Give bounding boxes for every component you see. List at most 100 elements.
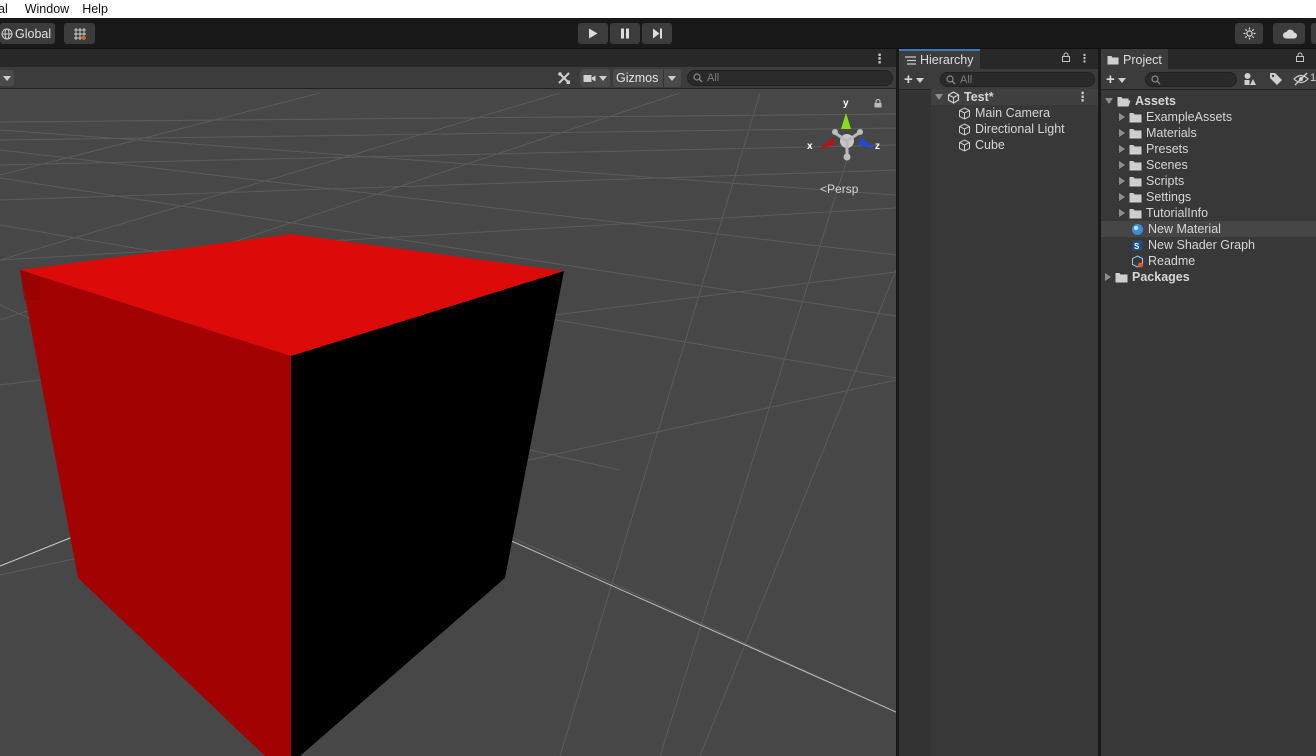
expand-arrow-icon[interactable] <box>1119 161 1125 169</box>
orientation-gizmo[interactable]: y x z <box>805 97 885 167</box>
scene-menu-icon[interactable]: ⋮ <box>873 51 886 67</box>
folder-row[interactable]: Scripts <box>1119 173 1184 189</box>
cube-right-face <box>291 271 564 756</box>
persp-chevron-icon: < <box>820 182 828 196</box>
gizmo-x-axis[interactable] <box>819 137 835 149</box>
scene-tools-button[interactable] <box>552 69 576 87</box>
folder-row[interactable]: TutorialInfo <box>1119 205 1208 221</box>
create-asset-dropdown[interactable]: + <box>1106 71 1126 88</box>
folder-icon <box>1129 160 1142 170</box>
hierarchy-search-input[interactable]: All <box>940 72 1095 87</box>
create-dropdown[interactable]: + <box>904 71 924 88</box>
step-button[interactable] <box>642 23 672 44</box>
cloud-button[interactable] <box>1273 23 1305 44</box>
menu-item-help[interactable]: Help <box>82 2 115 16</box>
chevron-down-icon <box>915 77 924 83</box>
hierarchy-panel: Hierarchy ⋮ + All Test* ⋮ Main Camera Di… <box>899 49 1098 756</box>
main-toolbar: Global <box>0 18 1316 49</box>
tab-project[interactable]: Project <box>1101 49 1168 69</box>
hierarchy-toolbar: + All <box>899 69 1098 90</box>
expand-arrow-icon[interactable] <box>1119 209 1125 217</box>
persp-toggle[interactable]: <Persp <box>820 182 858 196</box>
folder-row[interactable]: Presets <box>1119 141 1188 157</box>
scene-search-placeholder: All <box>707 72 720 84</box>
asset-label: New Material <box>1148 222 1221 236</box>
lock-icon[interactable] <box>1296 52 1304 62</box>
camera-icon <box>583 74 596 82</box>
play-button[interactable] <box>578 23 608 44</box>
global-label: Global <box>15 26 52 41</box>
sun-icon <box>1243 27 1255 40</box>
grid-snap-button[interactable] <box>64 23 95 44</box>
hidden-packages-count: 1 <box>1310 72 1316 84</box>
expand-arrow-icon[interactable] <box>1105 273 1111 281</box>
folder-icon <box>1129 176 1142 186</box>
scene-grid <box>0 92 896 756</box>
assets-label: Assets <box>1135 94 1176 108</box>
folder-icon <box>1107 56 1119 65</box>
hierarchy-tab-icons: ⋮ <box>1062 52 1090 65</box>
shader-graph-icon: S <box>1132 240 1143 251</box>
folder-icon <box>1115 272 1128 282</box>
folder-open-icon <box>1117 96 1131 106</box>
hierarchy-item[interactable]: Cube <box>958 137 1005 153</box>
assets-root-row[interactable]: Assets <box>1105 93 1176 109</box>
expand-arrow-icon[interactable] <box>935 94 943 100</box>
menu-item-tool[interactable]: al <box>0 2 15 16</box>
menu-bar: al Window Help <box>0 0 1316 18</box>
expand-arrow-icon[interactable] <box>1119 129 1125 137</box>
scene-viewport[interactable]: y x z <Persp <box>0 89 896 756</box>
chevron-down-icon <box>1117 77 1126 83</box>
scene-name: Test* <box>964 90 994 104</box>
folder-row[interactable]: Settings <box>1119 189 1191 205</box>
asset-row-selected[interactable]: New Material <box>1101 221 1316 237</box>
global-pivot-toggle[interactable]: Global <box>0 23 55 44</box>
folder-row[interactable]: ExampleAssets <box>1119 109 1232 125</box>
hidden-packages-icon[interactable] <box>1293 72 1309 86</box>
camera-settings-dropdown[interactable] <box>580 69 610 87</box>
gizmo-z-axis[interactable] <box>859 137 875 149</box>
project-tab-label: Project <box>1123 53 1162 67</box>
expand-arrow-icon[interactable] <box>1119 177 1125 185</box>
tab-hierarchy[interactable]: Hierarchy <box>899 49 980 69</box>
lock-icon[interactable] <box>1062 52 1070 62</box>
hierarchy-item[interactable]: Main Camera <box>958 105 1050 121</box>
hierarchy-item[interactable]: Directional Light <box>958 121 1065 137</box>
hierarchy-menu-icon[interactable]: ⋮ <box>1079 52 1090 65</box>
folder-label: Materials <box>1146 126 1197 140</box>
gizmos-separator <box>663 69 664 87</box>
lighting-button[interactable] <box>1235 23 1263 44</box>
gizmo-y-axis[interactable] <box>841 113 851 129</box>
expand-arrow-icon[interactable] <box>1119 145 1125 153</box>
shading-mode-dropdown[interactable] <box>0 70 14 86</box>
folder-label: Settings <box>1146 190 1192 204</box>
project-search-input[interactable] <box>1145 72 1237 87</box>
search-icon <box>1151 74 1161 84</box>
asset-row[interactable]: Readme <box>1131 253 1195 269</box>
hierarchy-tab-label: Hierarchy <box>920 53 974 67</box>
gizmo-z-label: z <box>875 141 880 152</box>
folder-row[interactable]: Materials <box>1119 125 1197 141</box>
expand-arrow-icon[interactable] <box>1119 193 1125 201</box>
project-toolbar: + 1 <box>1101 69 1316 90</box>
expand-arrow-icon[interactable] <box>1105 98 1113 104</box>
globe-icon <box>1 28 13 39</box>
hierarchy-item-label: Main Camera <box>975 106 1051 120</box>
label-tag-icon[interactable] <box>1269 72 1283 86</box>
material-sphere-icon <box>1132 223 1143 235</box>
scene-search-input[interactable]: All <box>687 70 893 86</box>
gizmo-y-label: y <box>843 98 849 109</box>
packages-row[interactable]: Packages <box>1105 269 1190 285</box>
asset-label: Readme <box>1148 254 1196 268</box>
folder-row[interactable]: Scenes <box>1119 157 1188 173</box>
gizmos-dropdown[interactable]: Gizmos <box>613 69 681 87</box>
pause-button[interactable] <box>610 23 640 44</box>
menu-item-window[interactable]: Window <box>25 2 76 16</box>
scene-row-menu-icon[interactable]: ⋮ <box>1077 89 1090 104</box>
expand-arrow-icon[interactable] <box>1119 113 1125 121</box>
scene-root-row[interactable]: Test* ⋮ <box>931 89 1098 105</box>
asset-row[interactable]: S New Shader Graph <box>1131 237 1255 253</box>
cube-icon <box>959 122 970 136</box>
filter-by-type-icon[interactable] <box>1243 72 1257 86</box>
account-button-edge[interactable] <box>1311 23 1316 44</box>
